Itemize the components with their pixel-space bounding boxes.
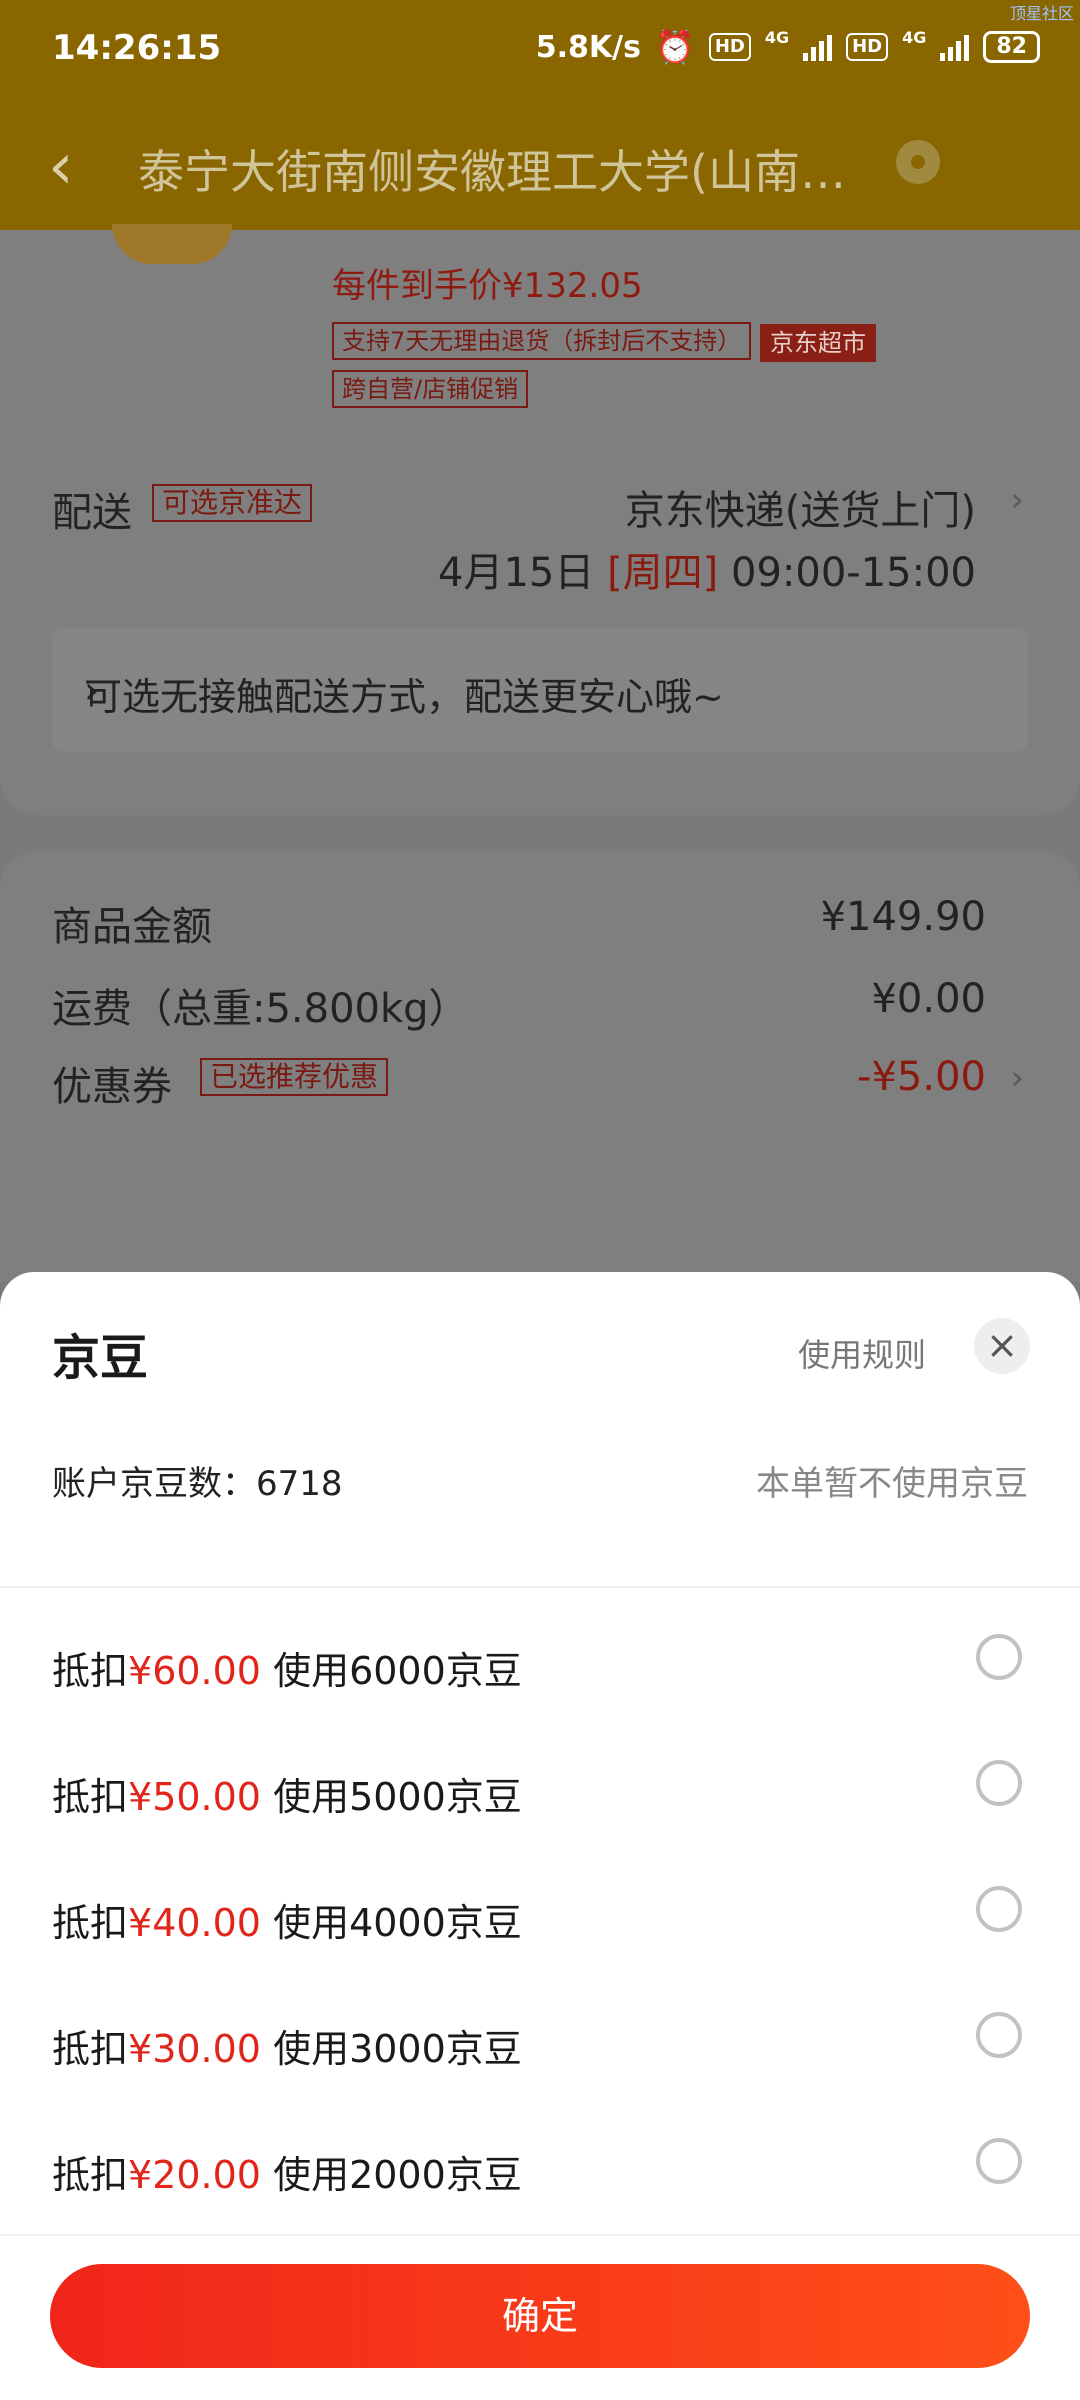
- divider: [0, 1586, 1080, 1588]
- usage-rules-link[interactable]: 使用规则: [798, 1330, 926, 1376]
- option-prefix: 抵扣: [52, 1649, 129, 1693]
- account-beans: 账户京豆数：6718: [52, 1456, 343, 1505]
- close-icon: ×: [986, 1323, 1018, 1367]
- freight-value: ¥0.00: [871, 976, 986, 1022]
- battery-icon: 82: [983, 31, 1040, 63]
- jd-beans-sheet: 京豆 使用规则 × 账户京豆数：6718 本单暂不使用京豆 抵扣¥60.00 使…: [0, 1272, 1080, 2400]
- chevron-right-icon[interactable]: ›: [1010, 1058, 1024, 1098]
- status-bar: 14:26:15 5.8K/s ⏰ HD 4G HD 4G 82 顶星社区: [0, 0, 1080, 96]
- option-suffix: 使用3000京豆: [260, 2027, 522, 2071]
- product-image: [112, 224, 232, 264]
- coupon-value[interactable]: -¥5.00: [857, 1054, 986, 1100]
- option-suffix: 使用5000京豆: [260, 1775, 522, 1819]
- goods-amount-value: ¥149.90: [820, 894, 986, 940]
- network-type-label-2: 4G: [902, 28, 927, 47]
- delivery-date: 4月15日: [438, 550, 595, 596]
- back-icon[interactable]: ‹: [48, 130, 74, 204]
- option-prefix: 抵扣: [52, 1775, 129, 1819]
- signal-icon: [803, 33, 833, 61]
- option-radio[interactable]: [976, 1760, 1022, 1806]
- delivery-weekday: [周四]: [607, 550, 719, 596]
- no-contact-delivery-banner[interactable]: 可选无接触配送方式，配送更安心哦~ ›: [52, 628, 1028, 752]
- jd-supermarket-tag: 京东超市: [760, 324, 876, 362]
- network-type-label: 4G: [764, 28, 790, 47]
- account-beans-label: 账户京豆数：: [52, 1464, 256, 1504]
- option-amount: ¥20.00: [128, 2153, 261, 2197]
- option-amount: ¥50.00: [128, 1775, 261, 1819]
- delivery-badge: 可选京准达: [152, 484, 313, 522]
- promotion-tag: 跨自营/店铺促销: [332, 370, 529, 408]
- option-suffix: 使用4000京豆: [260, 1901, 522, 1945]
- option-amount: ¥30.00: [128, 2027, 261, 2071]
- option-amount: ¥40.00: [128, 1901, 261, 1945]
- bean-option[interactable]: 抵扣¥20.00 使用2000京豆: [0, 2106, 1080, 2232]
- delivery-address[interactable]: 泰宁大街南侧安徽理工大学(山南…: [138, 136, 878, 202]
- alarm-icon: ⏰: [654, 28, 695, 66]
- coupon-label: 优惠券: [52, 1064, 172, 1110]
- return-policy-tag: 支持7天无理由退货（拆封后不支持）: [332, 322, 752, 360]
- delivery-time-range: 09:00-15:00: [731, 550, 976, 596]
- order-page-dimmed: 每件到手价¥132.05 支持7天无理由退货（拆封后不支持） 京东超市 跨自营/…: [0, 224, 1080, 1282]
- network-speed: 5.8K/s: [535, 29, 641, 65]
- bean-option-label: 抵扣¥40.00 使用4000京豆: [52, 1892, 522, 1947]
- bean-option-label: 抵扣¥50.00 使用5000京豆: [52, 1766, 522, 1821]
- option-suffix: 使用6000京豆: [260, 1649, 522, 1693]
- option-suffix: 使用2000京豆: [260, 2153, 522, 2197]
- delivery-time[interactable]: 4月15日 [周四] 09:00-15:00: [438, 540, 976, 598]
- bean-option-label: 抵扣¥30.00 使用3000京豆: [52, 2018, 522, 2073]
- account-beans-value: 6718: [256, 1464, 343, 1504]
- product-delivery-card: 每件到手价¥132.05 支持7天无理由退货（拆封后不支持） 京东超市 跨自营/…: [0, 224, 1080, 815]
- option-radio[interactable]: [976, 2138, 1022, 2184]
- hd-icon: HD: [708, 33, 751, 61]
- option-radio[interactable]: [976, 1886, 1022, 1932]
- option-amount: ¥60.00: [128, 1649, 261, 1693]
- price-summary-card: 商品金额 ¥149.90 运费（总重:5.800kg） ¥0.00 优惠券 已选…: [0, 852, 1080, 1282]
- bean-option-label: 抵扣¥20.00 使用2000京豆: [52, 2144, 522, 2199]
- coupon-badge: 已选推荐优惠: [200, 1058, 389, 1096]
- freight-label: 运费（总重:5.800kg）: [52, 986, 469, 1032]
- delivery-method[interactable]: 京东快递(送货上门): [625, 478, 976, 536]
- confirm-button[interactable]: 确定: [50, 2264, 1030, 2368]
- location-pin-icon[interactable]: [896, 140, 940, 184]
- option-prefix: 抵扣: [52, 2027, 129, 2071]
- divider: [0, 2234, 1080, 2236]
- signal-icon-2: [940, 33, 970, 61]
- bean-option[interactable]: 抵扣¥30.00 使用3000京豆: [0, 1980, 1080, 2106]
- option-prefix: 抵扣: [52, 1901, 129, 1945]
- hd-icon-2: HD: [846, 33, 889, 61]
- watermark: 顶星社区: [1009, 4, 1074, 23]
- chevron-right-icon[interactable]: ›: [1010, 480, 1024, 520]
- bean-option[interactable]: 抵扣¥50.00 使用5000京豆: [0, 1728, 1080, 1854]
- option-radio[interactable]: [976, 1634, 1022, 1680]
- delivery-label: 配送: [52, 490, 132, 536]
- unit-price: 每件到手价¥132.05: [332, 266, 643, 306]
- do-not-use-beans-option[interactable]: 本单暂不使用京豆: [756, 1456, 1028, 1505]
- option-radio[interactable]: [976, 2012, 1022, 2058]
- status-icons: 5.8K/s ⏰ HD 4G HD 4G 82: [536, 28, 1040, 66]
- close-button[interactable]: ×: [974, 1318, 1030, 1374]
- goods-amount-label: 商品金额: [52, 904, 212, 950]
- status-time: 14:26:15: [52, 28, 222, 68]
- bean-option[interactable]: 抵扣¥40.00 使用4000京豆: [0, 1854, 1080, 1980]
- sheet-title: 京豆: [52, 1330, 149, 1386]
- chevron-right-icon: ›: [84, 668, 100, 712]
- option-prefix: 抵扣: [52, 2153, 129, 2197]
- bean-option[interactable]: 抵扣¥60.00 使用6000京豆: [0, 1602, 1080, 1728]
- bean-option-label: 抵扣¥60.00 使用6000京豆: [52, 1640, 522, 1695]
- header: ‹ 泰宁大街南侧安徽理工大学(山南…: [0, 96, 1080, 230]
